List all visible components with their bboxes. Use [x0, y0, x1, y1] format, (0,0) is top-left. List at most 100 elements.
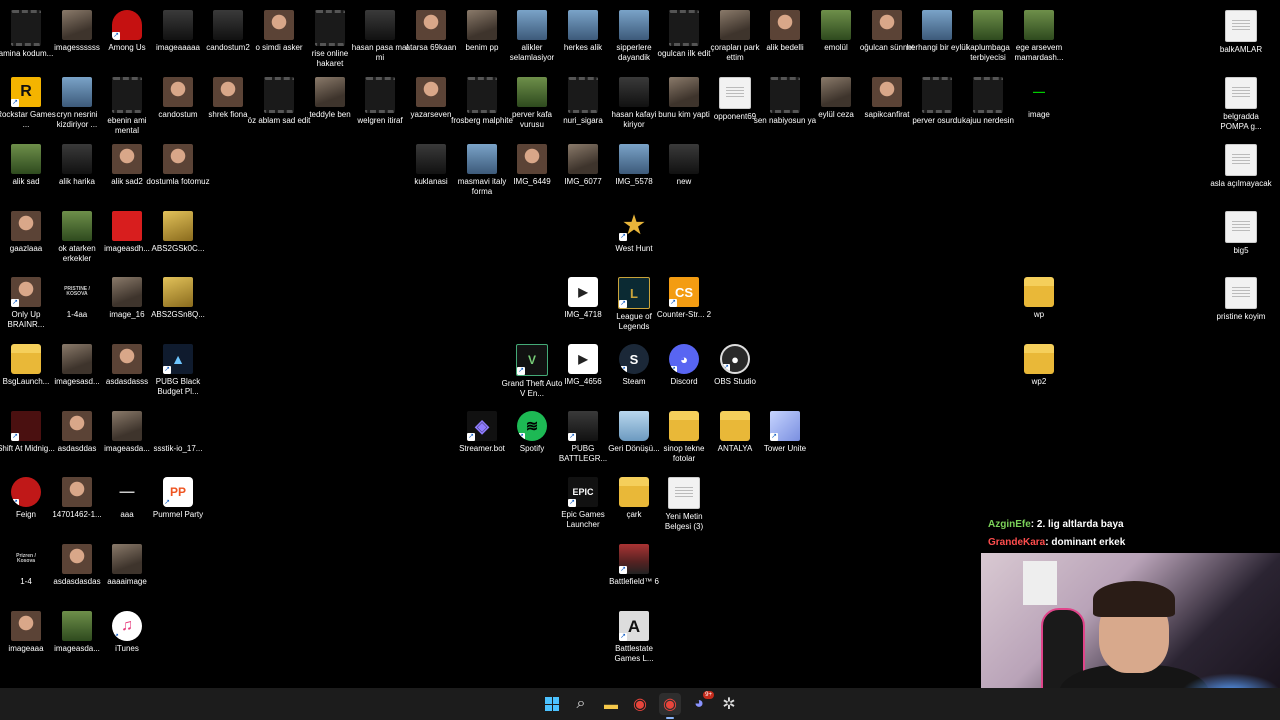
desktop-icon-img-6449[interactable]: IMG_6449 — [506, 139, 558, 205]
desktop-icon-itunes[interactable]: ♫ ↗ iTunes — [101, 606, 153, 672]
desktop-icon-opponent69[interactable]: opponent69 — [709, 72, 761, 138]
desktop-icon-asdasddas[interactable]: asdasddas — [51, 406, 103, 472]
desktop-icon-wp2[interactable]: wp2 — [1013, 339, 1065, 405]
desktop-icon-sinop-tekne-fotolar[interactable]: sinop tekne fotolar — [658, 406, 710, 472]
desktop-icon-img-5578[interactable]: IMG_5578 — [608, 139, 660, 205]
desktop-icon-masmavi-italy-forma[interactable]: masmavi italy forma — [456, 139, 508, 205]
desktop-icon-image-16[interactable]: image_16 — [101, 272, 153, 338]
desktop-icon-teddyle-ben[interactable]: teddyle ben — [304, 72, 356, 138]
desktop-icon-new[interactable]: new — [658, 139, 710, 205]
desktop-icon-alik-sad[interactable]: alik sad — [0, 139, 52, 205]
desktop-icon-hasan-kafayi-kiriyor[interactable]: hasan kafayi kiriyor — [608, 72, 660, 138]
desktop-icon-steam[interactable]: S ↗ Steam — [608, 339, 660, 405]
desktop-icon-antalya[interactable]: ANTALYA — [709, 406, 761, 472]
desktop-icon-alik-harika[interactable]: alik harika — [51, 139, 103, 205]
desktop-icon-wp[interactable]: wp — [1013, 272, 1065, 338]
desktop-icon-belgradda-pompa-g[interactable]: belgradda POMPA g... — [1215, 72, 1267, 138]
desktop-icon-dostumla-fotomuz[interactable]: dostumla fotomuz — [146, 139, 210, 205]
desktop-icon-sen-nabiyosun-ya[interactable]: sen nabiyosun ya — [754, 72, 816, 138]
file-explorer-button[interactable]: ▬ — [600, 693, 622, 715]
desktop-icon-abs2gsk0c[interactable]: ABS2GSk0C... — [152, 206, 204, 272]
desktop-icon-battlefield-6[interactable]: ↗ Battlefield™ 6 — [608, 539, 660, 605]
desktop-icon-yazarseven[interactable]: yazarseven — [405, 72, 457, 138]
desktop-icon-only-up-brainr[interactable]: ↗ Only Up BRAINR... — [0, 272, 52, 338]
desktop-icon-1-4aa[interactable]: PRISTINE / KOSOVA 1-4aa — [51, 272, 103, 338]
desktop-icon-hasan-pasa-mal-mi[interactable]: hasan pasa mal mi — [352, 5, 408, 71]
desktop-icon-img-4656[interactable]: ▶ IMG_4656 — [557, 339, 609, 405]
desktop-icon-asla-a-lmayacak[interactable]: asla açılmayacak — [1210, 139, 1272, 205]
dark-icon: ↗ — [568, 411, 598, 441]
desktop-icon-obs-studio[interactable]: ● ↗ OBS Studio — [709, 339, 761, 405]
desktop-icon-aaaaimage[interactable]: aaaaimage — [101, 539, 153, 605]
desktop-icon-discord[interactable]: ◕ ↗ Discord — [658, 339, 710, 405]
desktop-icon-sapikcanfirat[interactable]: sapikcanfirat — [861, 72, 913, 138]
desktop-icon-perver-kafa-vurusu[interactable]: perver kafa vurusu — [506, 72, 558, 138]
desktop-icon-epic-games-launcher[interactable]: EPIC ↗ Epic Games Launcher — [557, 472, 609, 538]
desktop-icon-alik-sad2[interactable]: alik sad2 — [101, 139, 153, 205]
desktop-icon-imageasdh[interactable]: imageasdh... — [101, 206, 153, 272]
desktop-icon-14701462-1[interactable]: 14701462-1... — [51, 472, 103, 538]
chrome-button[interactable]: ◉ — [629, 693, 651, 715]
desktop-icon-counter-str-2[interactable]: CS ↗ Counter-Str... 2 — [657, 272, 711, 338]
desktop-icon-sipperlere-dayandik[interactable]: sipperlere dayandik — [608, 5, 660, 71]
desktop-icon-imageaaaaa[interactable]: imageaaaaa — [152, 5, 204, 71]
desktop-icon-kajuu-nerdesin[interactable]: kajuu nerdesin — [962, 72, 1014, 138]
desktop-icon-o-ulcan-s-nnet[interactable]: oğulcan sünnet — [860, 5, 914, 71]
desktop-icon-imagessssss[interactable]: imagessssss — [51, 5, 103, 71]
search-button[interactable]: ⌕ — [570, 693, 592, 715]
discord-taskbar-button[interactable]: ◕ 9+ — [688, 691, 714, 715]
desktop-icon-imagesasd[interactable]: imagesasd... — [51, 339, 103, 405]
desktop-icon-yeni-metin-belgesi-3[interactable]: Yeni Metin Belgesi (3) — [658, 472, 710, 538]
desktop-icon-among-us[interactable]: ↗ Among Us — [101, 5, 153, 71]
shortcut-arrow-icon: ↗ — [11, 99, 19, 107]
desktop-icon-shift-at-midnig[interactable]: ↗ Shift At Midnig... — [0, 406, 55, 472]
desktop-icon-tower-unite[interactable]: ↗ Tower Unite — [759, 406, 811, 472]
desktop-icon-oraplar-park-ettim[interactable]: çorapları park ettim — [709, 5, 761, 71]
desktop-icon-candostum2[interactable]: candostum2 — [202, 5, 254, 71]
desktop-icon-img-6077[interactable]: IMG_6077 — [557, 139, 609, 205]
desktop-icon-feign[interactable]: ↗ Feign — [0, 472, 52, 538]
desktop-icon-battlestate-games-l[interactable]: A ↗ Battlestate Games L... — [608, 606, 660, 672]
streaming-app-button[interactable]: ✲ — [718, 693, 740, 715]
desktop-icon-atarsa-69kaan[interactable]: atarsa 69kaan — [405, 5, 457, 71]
desktop-icon-grand-theft-auto-v-en[interactable]: V ↗ Grand Theft Auto V En... — [502, 339, 562, 405]
desktop-icon-ebenin-ami-mental[interactable]: ebenin ami mental — [101, 72, 153, 138]
desktop-icon-eyl-l-ceza[interactable]: eylül ceza — [810, 72, 862, 138]
desktop-icon-bsglaunch[interactable]: BsgLaunch... — [0, 339, 52, 405]
desktop-icon-pubg-battlegr[interactable]: ↗ PUBG BATTLEGR... — [557, 406, 609, 472]
desktop-icon-perver-osurdu[interactable]: perver osurdu — [911, 72, 963, 138]
desktop-icon-candostum[interactable]: candostum — [152, 72, 204, 138]
empty-icon — [163, 411, 193, 441]
shortcut-arrow-icon: ↗ — [669, 299, 677, 307]
desktop-icon-pummel-party[interactable]: PP ↗ Pummel Party — [152, 472, 204, 538]
desktop-icon-west-hunt[interactable]: ★ ↗ West Hunt — [608, 206, 660, 272]
desktop-icon-league-of-legends[interactable]: L ↗ League of Legends — [608, 272, 660, 338]
desktop-icon-big5[interactable]: big5 — [1215, 206, 1267, 272]
desktop-icon-imageaaa[interactable]: imageaaa — [0, 606, 52, 672]
desktop-icon-asdasdasdas[interactable]: asdasdasdas — [51, 539, 103, 605]
chrome-active-button[interactable]: ◉ — [659, 693, 681, 719]
desktop-icon-alikler-selamlasiyor[interactable]: alikler selamlasiyor — [506, 5, 558, 71]
desktop-icon-abs2gsn8q[interactable]: ABS2GSn8Q... — [151, 272, 205, 338]
desktop-icon-ege-arsevem-mamardash[interactable]: ege arsevem mamardash... — [1013, 5, 1065, 71]
desktop-icon-shrek-fiona[interactable]: shrek fiona — [202, 72, 254, 138]
desktop-icon-welgren-itiraf[interactable]: welgren itiraf — [354, 72, 406, 138]
desktop-icon-bunu-kim-yapti[interactable]: bunu kim yapti — [658, 72, 710, 138]
desktop-icon-amina-kodum[interactable]: amina kodum... — [0, 5, 53, 71]
start-button[interactable] — [541, 693, 563, 715]
desktop-icon-ok-atarken-erkekler[interactable]: ok atarken erkekler — [51, 206, 103, 272]
desktop-icon-imageasda[interactable]: imageasda... — [101, 406, 153, 472]
desktop-icon-pristine-koyim[interactable]: pristine koyim — [1215, 272, 1267, 338]
desktop-icon-z-ablam-sad-edit[interactable]: öz ablam sad edit — [248, 72, 310, 138]
desktop-icon-imageasda[interactable]: imageasda... — [51, 606, 103, 672]
desktop-icon-aaa[interactable]: ▬▬▬ aaa — [101, 472, 153, 538]
desktop-icon-balkamlar[interactable]: balkAMLAR — [1215, 5, 1267, 71]
desktop-icon-pubg-black-budget-pl[interactable]: ▲ ↗ PUBG Black Budget Pl... — [152, 339, 204, 405]
face-icon — [62, 544, 92, 574]
desktop-icon-alik-bedelli[interactable]: alik bedelli — [759, 5, 811, 71]
desktop-icon-emol-l[interactable]: emolül — [810, 5, 862, 71]
desktop-icon-ssstik-io-17[interactable]: ssstik-io_17... — [152, 406, 204, 472]
desktop-icon-1-4[interactable]: Prizren / Kosova 1-4 — [0, 539, 52, 605]
desktop-icon-streamer-bot[interactable]: ◈ ↗ Streamer.bot — [456, 406, 508, 472]
desktop-icon-image[interactable]: ▬▬▬ image — [1013, 72, 1065, 138]
